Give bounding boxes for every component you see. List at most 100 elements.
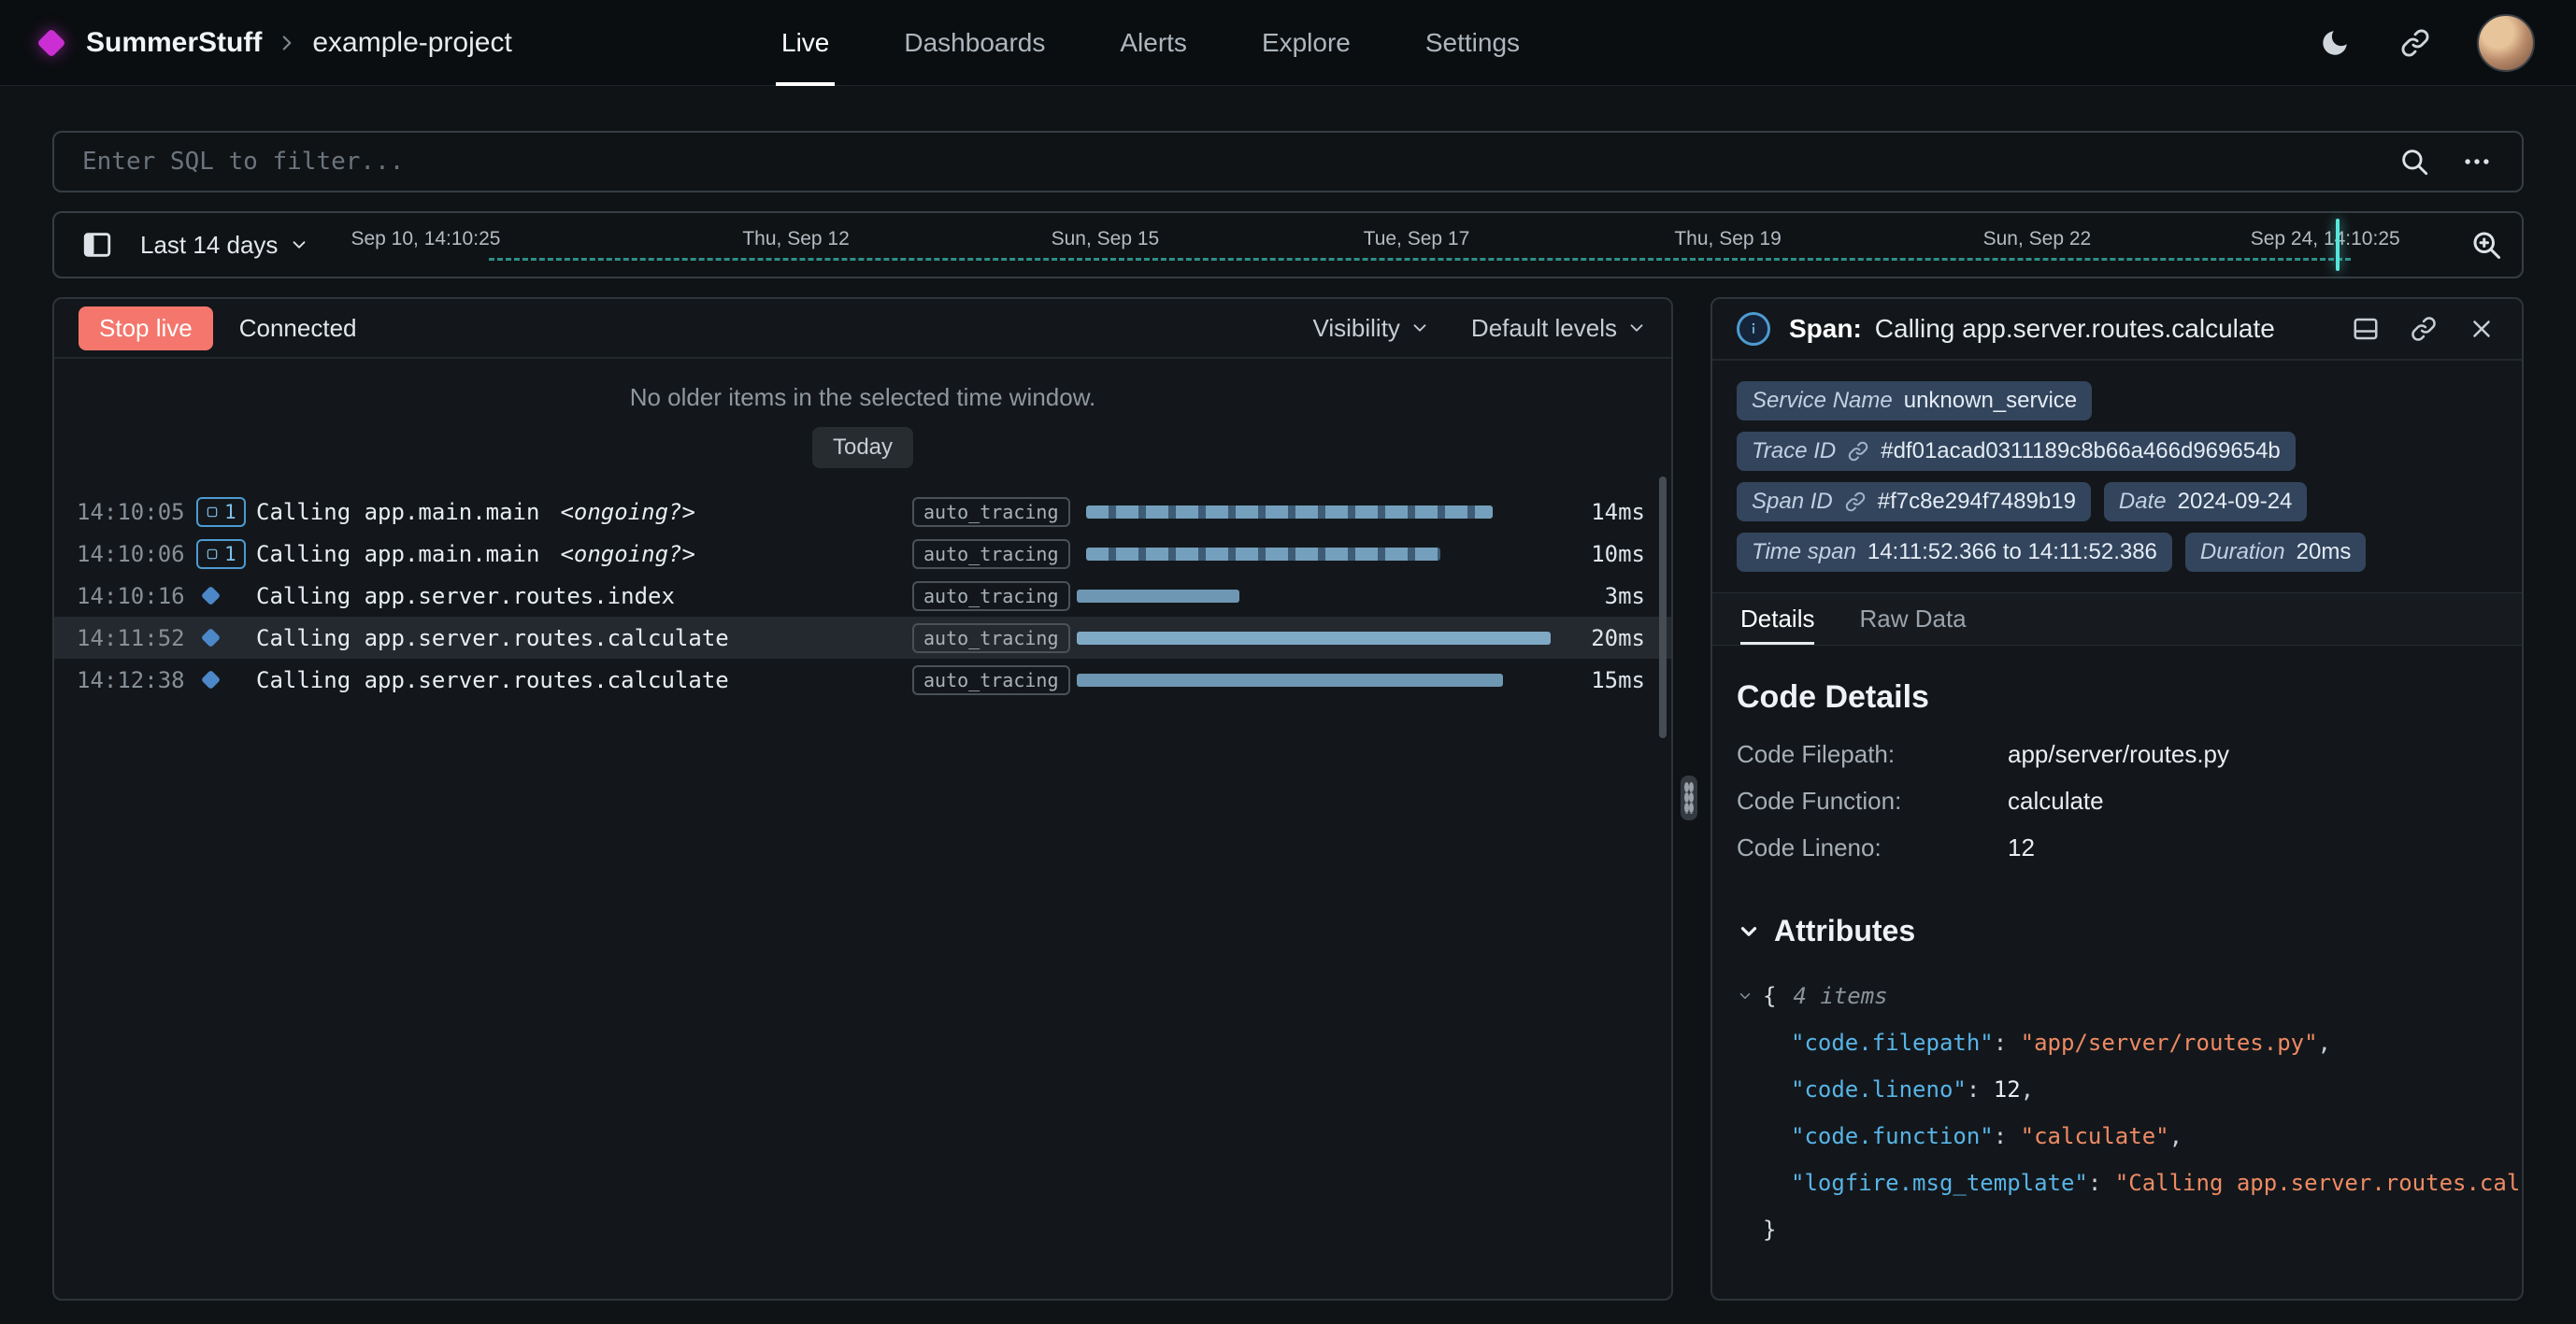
trace-row-selected[interactable]: 14:11:52 Calling app.server.routes.calcu…: [54, 617, 1671, 659]
search-icon[interactable]: [2398, 146, 2430, 178]
nav-tab-alerts[interactable]: Alerts: [1120, 0, 1187, 86]
span-diamond-icon: [201, 670, 221, 690]
trace-row[interactable]: 14:10:06 1 Calling app.main.main<ongoing…: [54, 533, 1671, 575]
stop-live-button[interactable]: Stop live: [79, 306, 213, 350]
project-name[interactable]: example-project: [312, 27, 511, 59]
timeline-bar: Last 14 days Sep 10, 14:10:25 Thu, Sep 1…: [52, 211, 2524, 278]
span-title: Calling app.server.routes.calculate: [1875, 314, 2275, 344]
collapsed-spans-badge[interactable]: 1: [196, 539, 246, 569]
nav-tab-dashboards[interactable]: Dashboards: [904, 0, 1045, 86]
span-detail-panel: Span: Calling app.server.routes.calculat…: [1710, 297, 2524, 1301]
code-function-row: Code Function: calculate: [1737, 777, 2497, 824]
tab-raw-data[interactable]: Raw Data: [1859, 605, 1966, 645]
list-scrollbar[interactable]: [1659, 477, 1667, 738]
copy-link-icon[interactable]: [2408, 313, 2440, 345]
brand-logo-icon[interactable]: [36, 28, 65, 57]
timeline-tick: Sun, Sep 22: [1983, 228, 2092, 250]
attributes-section-toggle[interactable]: Attributes: [1737, 914, 2497, 948]
time-range-label: Last 14 days: [140, 231, 278, 260]
breadcrumb-chevron-icon: [275, 31, 299, 55]
span-square-icon: [206, 505, 219, 519]
duration-bar[interactable]: [1077, 674, 1503, 687]
timeline-tick: Sep 24, 14:10:25: [2251, 228, 2400, 250]
row-message: Calling app.server.routes.calculate: [256, 625, 912, 651]
timeline-now-marker: [2336, 219, 2340, 271]
row-duration: 15ms: [1591, 667, 1645, 693]
ongoing-suffix: <ongoing?>: [560, 499, 695, 525]
duration-bar-track: [1077, 629, 1555, 648]
nav-tab-explore[interactable]: Explore: [1262, 0, 1351, 86]
share-link-icon[interactable]: [2397, 24, 2434, 62]
date-pill: Date 2024-09-24: [2104, 482, 2307, 521]
timeline-track[interactable]: Sep 10, 14:10:25 Thu, Sep 12 Sun, Sep 15…: [341, 213, 2445, 277]
span-link-icon[interactable]: [1844, 491, 1867, 513]
zoom-in-icon[interactable]: [2469, 228, 2503, 262]
row-timestamp: 14:10:16: [77, 583, 196, 609]
json-line: "code.function": "calculate",: [1737, 1113, 2497, 1160]
span-detail-body: Service Name unknown_service Trace ID #d…: [1712, 361, 2522, 1253]
json-item-count: 4 items: [1793, 973, 1887, 1019]
org-name[interactable]: SummerStuff: [86, 27, 262, 59]
timeline-activity-line: [489, 258, 2351, 261]
trace-row[interactable]: 14:12:38 Calling app.server.routes.calcu…: [54, 659, 1671, 701]
row-message: Calling app.server.routes.calculate: [256, 667, 912, 693]
duration-bar[interactable]: [1077, 632, 1551, 645]
attributes-json-viewer: { 4 items "code.filepath": "app/server/r…: [1737, 973, 2497, 1253]
span-label: Span:: [1789, 314, 1862, 344]
sql-filter-input[interactable]: [80, 147, 2370, 177]
trace-link-icon[interactable]: [1847, 440, 1869, 463]
theme-moon-icon[interactable]: [2316, 24, 2354, 62]
span-info-icon: [1737, 312, 1770, 346]
row-duration: 3ms: [1605, 583, 1645, 609]
live-view-header: Stop live Connected Visibility Default l…: [54, 299, 1671, 359]
today-button[interactable]: Today: [812, 427, 913, 468]
visibility-dropdown[interactable]: Visibility: [1312, 314, 1429, 343]
span-detail-actions: [2350, 313, 2497, 345]
split-view-icon[interactable]: [2350, 313, 2382, 345]
trace-row[interactable]: 14:10:16 Calling app.server.routes.index…: [54, 575, 1671, 617]
duration-bar[interactable]: [1077, 590, 1239, 603]
json-collapse-icon[interactable]: [1737, 988, 1753, 1004]
empty-window-message: No older items in the selected time wind…: [54, 383, 1671, 412]
row-timestamp: 14:12:38: [77, 667, 196, 693]
duration-bar[interactable]: [1086, 505, 1493, 519]
duration-bar-track: [1077, 671, 1555, 690]
row-timestamp: 14:11:52: [77, 625, 196, 651]
timeline-tick: Sep 10, 14:10:25: [351, 228, 500, 250]
tab-details[interactable]: Details: [1740, 605, 1814, 645]
collapsed-spans-badge[interactable]: 1: [196, 497, 246, 527]
panel-resize-handle[interactable]: [1681, 776, 1697, 820]
code-details-heading: Code Details: [1737, 679, 2497, 716]
duration-bar[interactable]: [1086, 548, 1440, 561]
ongoing-suffix: <ongoing?>: [560, 541, 695, 567]
row-message: Calling app.main.main<ongoing?>: [256, 499, 912, 525]
duration-bar-track: [1077, 503, 1555, 521]
row-timestamp: 14:10:06: [77, 541, 196, 567]
nav-tab-settings[interactable]: Settings: [1425, 0, 1520, 86]
live-view-panel: Stop live Connected Visibility Default l…: [52, 297, 1673, 1301]
sql-filter-bar: [52, 131, 2524, 192]
time-span-pill: Time span 14:11:52.366 to 14:11:52.386: [1737, 533, 2172, 572]
user-avatar[interactable]: [2477, 14, 2535, 72]
chevron-down-icon: [289, 235, 309, 255]
default-levels-dropdown[interactable]: Default levels: [1471, 314, 1647, 343]
more-options-icon[interactable]: [2458, 146, 2496, 178]
timeline-tick: Sun, Sep 15: [1052, 228, 1160, 250]
sidebar-toggle-icon[interactable]: [73, 223, 122, 266]
timeline-tick: Thu, Sep 19: [1674, 228, 1781, 250]
nav-tab-live[interactable]: Live: [781, 0, 829, 86]
close-icon[interactable]: [2466, 313, 2497, 345]
span-diamond-icon: [201, 586, 221, 605]
row-tag[interactable]: auto_tracing: [912, 539, 1070, 569]
row-tag[interactable]: auto_tracing: [912, 623, 1070, 653]
nav-tabs: Live Dashboards Alerts Explore Settings: [781, 0, 1520, 86]
row-tag[interactable]: auto_tracing: [912, 497, 1070, 527]
time-range-dropdown[interactable]: Last 14 days: [140, 231, 309, 260]
row-tag[interactable]: auto_tracing: [912, 581, 1070, 611]
timeline-tick: Thu, Sep 12: [742, 228, 849, 250]
code-lineno-row: Code Lineno: 12: [1737, 824, 2497, 871]
row-tag[interactable]: auto_tracing: [912, 665, 1070, 695]
service-name-pill: Service Name unknown_service: [1737, 381, 2092, 420]
trace-row[interactable]: 14:10:05 1 Calling app.main.main<ongoing…: [54, 491, 1671, 533]
trace-id-pill: Trace ID #df01acad0311189c8b66a466d96965…: [1737, 432, 2296, 471]
